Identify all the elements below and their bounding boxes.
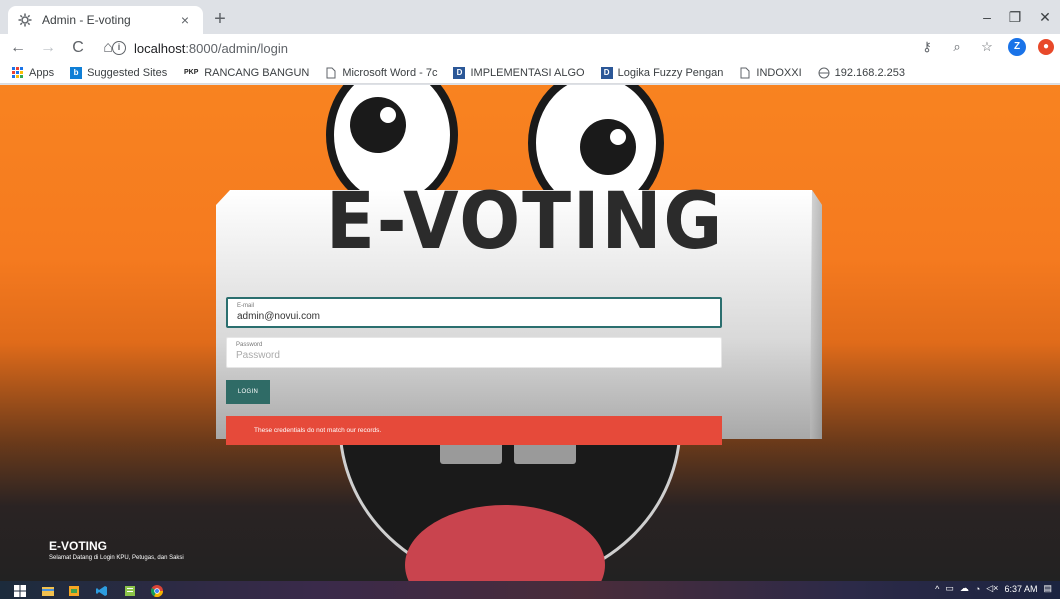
- sublime-icon[interactable]: [68, 584, 80, 596]
- extension-icon[interactable]: ●: [1038, 39, 1054, 55]
- apps-grid-icon: [12, 67, 23, 78]
- bookmark-indoxxi[interactable]: INDOXXI: [739, 67, 802, 79]
- bookmark-logika-fuzzy[interactable]: D Logika Fuzzy Pengan: [600, 66, 723, 79]
- login-button[interactable]: LOGIN: [226, 380, 270, 404]
- bookmark-microsoft-word[interactable]: Microsoft Word - 7c: [325, 67, 437, 79]
- notifications-icon[interactable]: ▤: [1043, 583, 1052, 594]
- key-icon[interactable]: ⚷: [918, 38, 936, 56]
- reload-icon[interactable]: C: [66, 36, 90, 60]
- bookmark-suggested-sites[interactable]: b Suggested Sites: [70, 66, 167, 79]
- zoom-icon[interactable]: ⌕: [948, 38, 966, 56]
- chevron-up-icon[interactable]: ^: [935, 584, 939, 594]
- pkp-icon: PKP: [184, 69, 199, 76]
- d-icon: D: [600, 66, 613, 79]
- email-label: E-mail: [237, 303, 255, 309]
- profile-avatar[interactable]: Z: [1008, 38, 1026, 56]
- bookmark-implementasi[interactable]: D IMPLEMENTASI ALGO: [453, 66, 585, 79]
- password-field[interactable]: Password Password: [226, 337, 722, 368]
- footer-title: E-VOTING: [49, 539, 108, 553]
- error-alert: These credentials do not match our recor…: [226, 416, 722, 445]
- login-form: E-mail admin@novui.com Password Password…: [226, 297, 722, 445]
- windows-start-icon[interactable]: [14, 584, 26, 597]
- bookmarks-bar: Apps b Suggested Sites PKP RANCANG BANGU…: [0, 62, 1060, 84]
- notepad-icon[interactable]: [124, 584, 136, 596]
- tab-title: Admin - E-voting: [42, 13, 131, 27]
- new-tab-button[interactable]: +: [208, 8, 232, 32]
- email-input[interactable]: admin@novui.com: [237, 310, 711, 323]
- clock[interactable]: 6:37 AM: [1004, 584, 1037, 594]
- windows-taskbar: ^ ▭ ☁ ◔ ◁× 6:37 AM ▤: [0, 581, 1060, 599]
- page-icon: [325, 67, 337, 79]
- error-message: These credentials do not match our recor…: [254, 427, 382, 434]
- d-icon: D: [453, 66, 466, 79]
- browser-toolbar: ← → C ⌂ i localhost:8000/admin/login ⚷ ⌕…: [0, 34, 1060, 62]
- login-page: E-VOTING E-mail admin@novui.com Password…: [0, 85, 1060, 581]
- star-icon[interactable]: ☆: [978, 38, 996, 56]
- bookmark-rancang-bangun[interactable]: PKP RANCANG BANGUN: [183, 67, 309, 79]
- gear-icon: [18, 13, 32, 27]
- system-tray: ^ ▭ ☁ ◔ ◁× 6:37 AM ▤: [935, 583, 1052, 594]
- close-window-button[interactable]: ✕: [1030, 4, 1060, 32]
- vscode-icon[interactable]: [96, 584, 108, 596]
- chrome-icon[interactable]: [150, 584, 163, 598]
- info-icon[interactable]: i: [112, 41, 126, 55]
- bing-icon: b: [70, 66, 83, 79]
- bookmark-apps[interactable]: Apps: [12, 67, 54, 79]
- bookmark-ip-address[interactable]: 192.168.2.253: [818, 67, 905, 79]
- globe-icon: [818, 67, 830, 79]
- page-icon: [739, 67, 751, 79]
- forward-arrow-icon[interactable]: →: [36, 36, 60, 60]
- restore-button[interactable]: ❐: [1000, 4, 1030, 32]
- url-host: localhost: [134, 40, 186, 56]
- back-arrow-icon[interactable]: ←: [6, 36, 30, 60]
- tab-strip: Admin - E-voting × + – ❐ ✕: [0, 0, 1060, 34]
- footer-subtitle: Selamat Datang di Login KPU, Petugas, da…: [49, 555, 184, 561]
- minimize-button[interactable]: –: [972, 4, 1002, 32]
- file-explorer-icon[interactable]: [42, 584, 54, 596]
- url-path: :8000/admin/login: [185, 40, 288, 56]
- cloud-icon[interactable]: ☁: [960, 583, 969, 594]
- browser-tab[interactable]: Admin - E-voting ×: [8, 6, 203, 34]
- volume-icon[interactable]: ◁×: [986, 583, 998, 594]
- password-input[interactable]: Password: [236, 349, 712, 362]
- tab-close-icon[interactable]: ×: [177, 12, 193, 28]
- password-label: Password: [236, 342, 263, 348]
- address-bar[interactable]: i localhost:8000/admin/login: [112, 37, 932, 59]
- wifi-icon[interactable]: ◔: [975, 584, 980, 594]
- hero-title: E-VOTING: [325, 177, 725, 267]
- network-icon[interactable]: ▭: [945, 583, 954, 594]
- email-field[interactable]: E-mail admin@novui.com: [226, 297, 722, 328]
